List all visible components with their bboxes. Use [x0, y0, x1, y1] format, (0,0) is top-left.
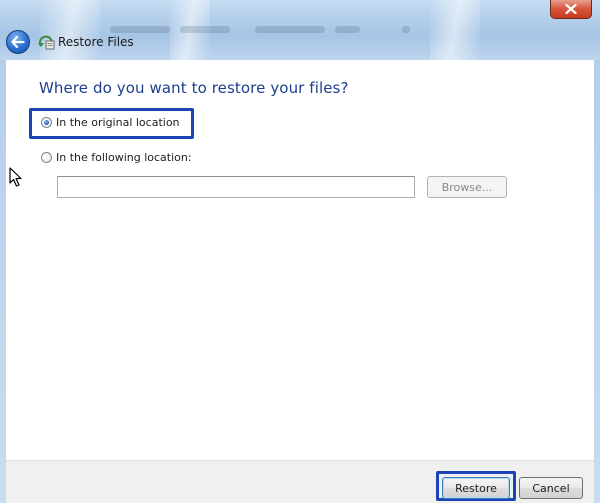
back-button[interactable]	[6, 30, 30, 54]
blurred-breadcrumb	[110, 22, 410, 38]
glass-reflection	[430, 0, 480, 60]
title-bar	[0, 0, 600, 60]
option-label: In the original location	[56, 116, 180, 129]
close-icon	[565, 4, 577, 14]
radio-button[interactable]	[41, 152, 52, 163]
browse-button[interactable]: Browse...	[427, 176, 507, 198]
location-path-input[interactable]	[57, 176, 415, 198]
cancel-button[interactable]: Cancel	[519, 477, 583, 499]
close-button[interactable]	[550, 0, 592, 19]
window-frame-right	[594, 60, 600, 503]
mouse-cursor-icon	[9, 167, 22, 187]
page-heading: Where do you want to restore your files?	[39, 79, 349, 97]
window-title: Restore Files	[58, 35, 134, 49]
option-original-location[interactable]: In the original location	[41, 116, 180, 129]
back-arrow-icon	[11, 36, 25, 48]
option-following-location[interactable]: In the following location:	[41, 151, 192, 164]
radio-button-selected[interactable]	[41, 117, 52, 128]
glass-reflection	[40, 0, 100, 60]
option-label: In the following location:	[56, 151, 192, 164]
restore-files-icon	[38, 35, 55, 50]
restore-button[interactable]: Restore	[442, 477, 510, 499]
